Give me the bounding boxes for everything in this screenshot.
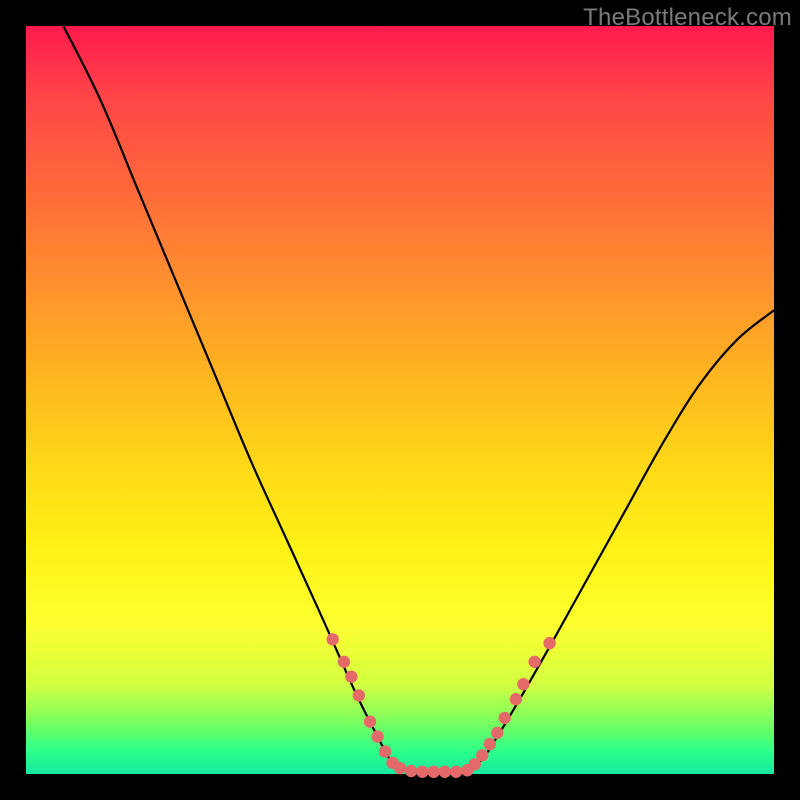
highlight-point — [484, 738, 496, 750]
highlight-point — [416, 766, 428, 778]
highlight-point — [510, 693, 522, 705]
chart-svg — [26, 26, 774, 774]
highlight-point — [517, 678, 529, 690]
highlight-point — [476, 749, 488, 761]
highlight-point — [491, 727, 503, 739]
highlight-point — [528, 656, 540, 668]
highlight-point — [371, 730, 383, 742]
highlight-point — [394, 762, 406, 774]
highlight-point — [427, 766, 439, 778]
bottleneck-curve — [63, 26, 774, 772]
highlight-point — [543, 637, 555, 649]
highlight-point — [338, 656, 350, 668]
highlight-point — [353, 689, 365, 701]
highlight-point — [345, 671, 357, 683]
highlight-point — [379, 745, 391, 757]
watermark-text: TheBottleneck.com — [583, 4, 792, 32]
highlight-point — [499, 712, 511, 724]
highlight-point — [364, 715, 376, 727]
highlight-point — [326, 633, 338, 645]
highlight-point — [439, 766, 451, 778]
highlight-point — [405, 765, 417, 777]
chart-plot-area — [26, 26, 774, 774]
highlight-point — [450, 766, 462, 778]
